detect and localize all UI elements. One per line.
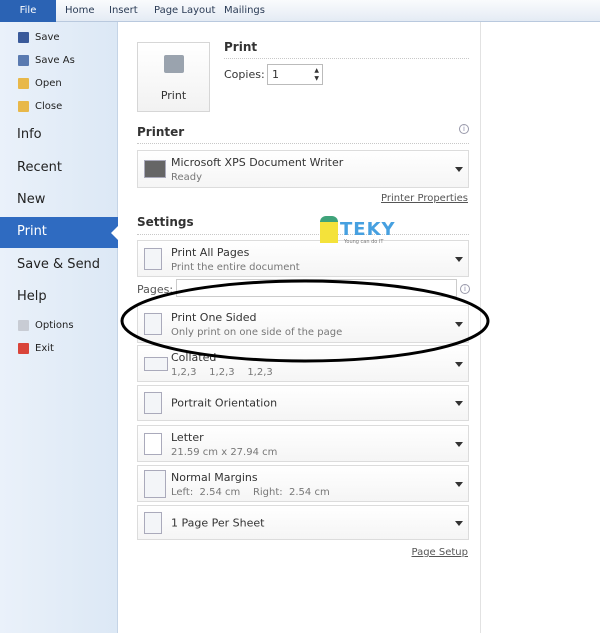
paper-size-dropdown[interactable]: Letter 21.59 cm x 27.94 cm [137, 425, 469, 462]
page-per-sheet-icon [144, 511, 162, 534]
save-as-icon [18, 55, 29, 66]
printer-properties-link[interactable]: Printer Properties [381, 193, 468, 204]
letter-icon [144, 432, 162, 455]
option-sub: 21.59 cm x 27.94 cm [171, 447, 278, 458]
printer-dropdown[interactable]: Microsoft XPS Document Writer Ready [137, 150, 469, 188]
label: Exit [35, 343, 54, 354]
print-heading: Print [224, 40, 258, 54]
sidebar-item-options[interactable]: Options [18, 320, 74, 331]
print-button[interactable]: Print [137, 42, 210, 112]
spin-down-icon[interactable]: ▼ [314, 75, 319, 82]
open-folder-icon [18, 78, 29, 89]
label: Save As [35, 55, 75, 66]
sidebar-item-help[interactable]: Help [17, 289, 47, 304]
label: Open [35, 78, 62, 89]
sidebar-item-exit[interactable]: Exit [18, 343, 54, 354]
print-range-dropdown[interactable]: Print All Pages Print the entire document [137, 240, 469, 277]
copies-label: Copies: [224, 68, 265, 81]
sidebar-item-save[interactable]: Save [18, 32, 60, 43]
label: Options [35, 320, 74, 331]
sidebar-item-print[interactable]: Print [0, 217, 119, 248]
orientation-dropdown[interactable]: Portrait Orientation [137, 385, 469, 421]
chevron-down-icon [455, 520, 463, 526]
pages-per-sheet-dropdown[interactable]: 1 Page Per Sheet [137, 505, 469, 540]
printer-icon [164, 55, 184, 73]
close-folder-icon [18, 101, 29, 112]
teky-logo: TEKY Young can do IT [308, 213, 403, 247]
copies-input[interactable]: 1 ▲ ▼ [267, 64, 323, 85]
annotation-ellipse [120, 279, 490, 363]
tab-mailings[interactable]: Mailings [224, 5, 265, 16]
option-title: Print All Pages [171, 246, 250, 259]
sidebar-item-save-send[interactable]: Save & Send [17, 257, 100, 272]
printer-name: Microsoft XPS Document Writer [171, 156, 344, 169]
ribbon-tabs: File Home Insert Page Layout Mailings [0, 0, 600, 22]
tab-insert[interactable]: Insert [109, 5, 138, 16]
chevron-down-icon [455, 401, 463, 406]
sidebar-item-open[interactable]: Open [18, 78, 62, 89]
chevron-down-icon [455, 481, 463, 487]
sidebar-item-recent[interactable]: Recent [17, 160, 62, 175]
print-button-label: Print [160, 89, 187, 102]
option-sub: 1,2,3 1,2,3 1,2,3 [171, 367, 273, 378]
page-setup-link[interactable]: Page Setup [412, 547, 469, 558]
copies-value: 1 [272, 68, 279, 81]
option-title: Portrait Orientation [171, 396, 278, 410]
settings-heading: Settings [137, 215, 194, 229]
portrait-icon [144, 392, 162, 414]
margins-icon [144, 469, 166, 498]
printer-device-icon [144, 160, 166, 178]
chevron-down-icon [455, 256, 463, 262]
backstage-sidebar: Save Save As Open Close Info Recent New … [0, 22, 119, 633]
option-title: Normal Margins [171, 471, 258, 484]
tab-home[interactable]: Home [65, 5, 95, 16]
chevron-down-icon [455, 441, 463, 447]
options-icon [18, 320, 29, 331]
sidebar-item-info[interactable]: Info [17, 127, 42, 142]
option-sub: Left: 2.54 cm Right: 2.54 cm [171, 487, 330, 498]
sidebar-item-save-as[interactable]: Save As [18, 55, 75, 66]
tab-file[interactable]: File [0, 0, 56, 22]
spin-up-icon[interactable]: ▲ [314, 67, 319, 74]
label: Close [35, 101, 63, 112]
exit-icon [18, 343, 29, 354]
sidebar-item-new[interactable]: New [17, 192, 45, 207]
pages-icon [144, 247, 162, 270]
label: Save [35, 32, 60, 43]
option-sub: Print the entire document [171, 262, 300, 273]
info-icon[interactable]: i [459, 124, 469, 134]
printer-status: Ready [171, 172, 203, 183]
save-icon [18, 32, 29, 43]
chevron-down-icon [455, 167, 463, 172]
option-title: 1 Page Per Sheet [171, 516, 265, 529]
tab-page-layout[interactable]: Page Layout [154, 5, 215, 16]
option-title: Letter [171, 431, 204, 444]
printer-heading: Printer [137, 125, 185, 139]
margins-dropdown[interactable]: Normal Margins Left: 2.54 cm Right: 2.54 … [137, 465, 469, 502]
sidebar-item-close[interactable]: Close [18, 101, 62, 112]
label: Print [17, 224, 47, 239]
